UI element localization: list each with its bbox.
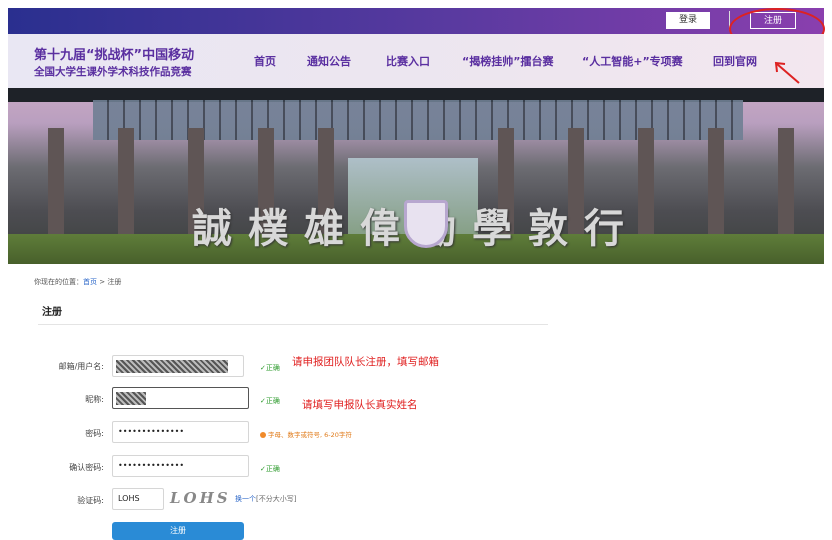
captcha-label: 验证码:	[77, 496, 104, 505]
breadcrumb-home-link[interactable]: 首页	[83, 278, 97, 286]
nickname-field[interactable]	[112, 387, 249, 409]
captcha-refresh: 换一个[不分大小写]	[235, 494, 296, 504]
brand-subtitle: 全国大学生课外学术科技作品竞赛	[34, 66, 192, 78]
captcha-image[interactable]: LOHS	[170, 489, 232, 507]
university-emblem-icon	[404, 200, 448, 248]
password-hint: 字母、数字或符号, 6-20字符	[260, 429, 352, 439]
redacted-nickname	[116, 392, 146, 405]
email-ok-status: ✓正确	[260, 364, 280, 372]
red-arrow-annotation	[774, 61, 800, 84]
nickname-annotation: 请填写申报队长真实姓名	[302, 399, 418, 411]
login-button[interactable]: 登录	[666, 12, 710, 29]
page-title: 注册	[42, 307, 62, 318]
nav-item-notices[interactable]: 通知公告	[307, 53, 351, 69]
captcha-input[interactable]: LOHS	[112, 488, 164, 510]
email-field[interactable]	[112, 355, 244, 377]
confirm-password-field[interactable]: ••••••••••••••	[112, 455, 249, 477]
email-annotation: 请申报团队队长注册，填写邮箱	[292, 356, 439, 368]
password-field[interactable]: ••••••••••••••	[112, 421, 249, 443]
captcha-refresh-link[interactable]: 换一个	[235, 495, 256, 503]
confirm-password-label: 确认密码:	[69, 463, 104, 472]
nav-item-home[interactable]: 首页	[254, 53, 276, 69]
nav-item-ai-special[interactable]: “人工智能+”专项赛	[582, 53, 683, 69]
breadcrumb: 你现在的位置：首页 > 注册	[34, 277, 121, 287]
email-label: 邮箱/用户名:	[58, 362, 104, 371]
register-submit-button[interactable]: 注册	[112, 522, 244, 540]
password-hint-text: 字母、数字或符号, 6-20字符	[268, 431, 352, 439]
nickname-ok-status: ✓正确	[260, 397, 280, 405]
breadcrumb-separator: >	[97, 278, 108, 286]
captcha-case-note: [不分大小写]	[256, 495, 297, 503]
campus-banner: 誠樸雄偉勵學敦行	[8, 88, 824, 264]
nav-item-challenge[interactable]: “揭榜挂帅”擂台赛	[462, 53, 553, 69]
warning-dot-icon	[260, 432, 266, 438]
nav-item-official-site[interactable]: 回到官网	[713, 53, 757, 69]
title-divider	[38, 324, 548, 325]
brand-title: 第十九届“挑战杯”中国移动	[34, 48, 195, 63]
nav-item-competition-entry[interactable]: 比赛入口	[386, 53, 430, 69]
redacted-email	[116, 360, 228, 373]
confirm-ok-status: ✓正确	[260, 465, 280, 473]
breadcrumb-prefix: 你现在的位置：	[34, 278, 83, 286]
top-bar: 登录 注册	[8, 8, 824, 34]
nav-bar: 第十九届“挑战杯”中国移动 全国大学生课外学术科技作品竞赛 首页 通知公告 比赛…	[8, 34, 824, 88]
password-label: 密码:	[85, 429, 104, 438]
nickname-label: 昵称:	[85, 395, 104, 404]
breadcrumb-current: 注册	[107, 278, 122, 286]
